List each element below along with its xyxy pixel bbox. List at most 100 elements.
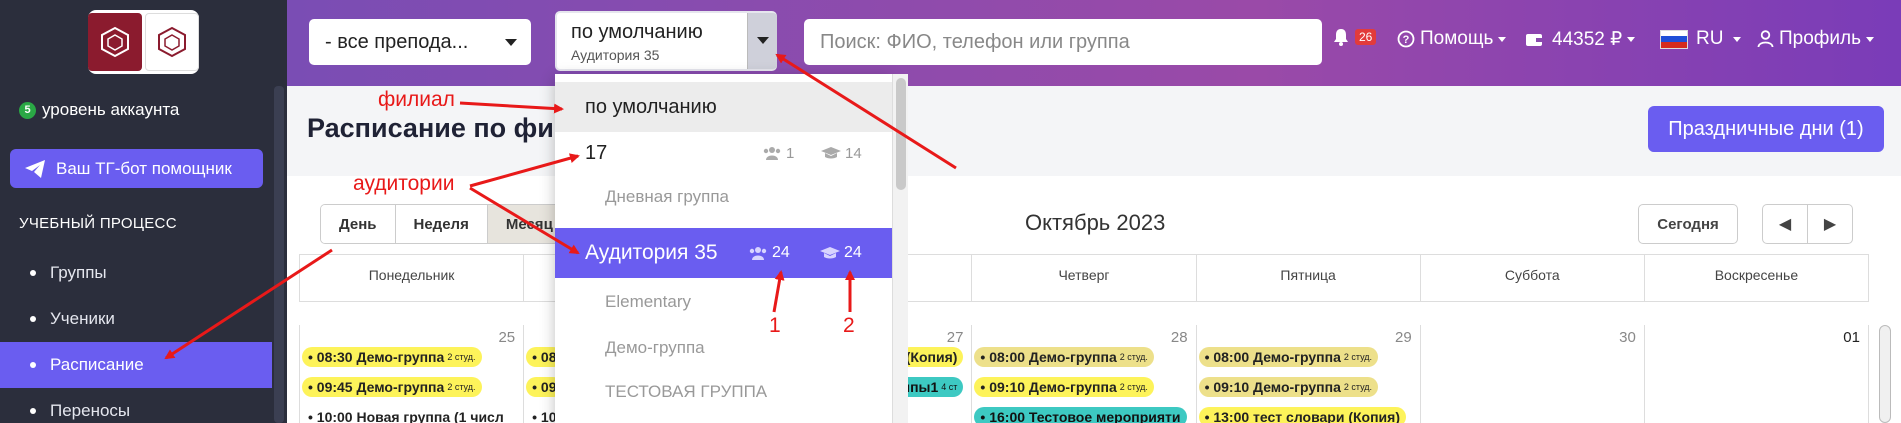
- dropdown-option-room-35-selected[interactable]: Аудитория 35 24 24: [555, 228, 892, 278]
- event-title: (Копия): [905, 349, 958, 365]
- arrow-branch: [459, 101, 564, 114]
- sidebar-item-label: Ученики: [50, 309, 115, 328]
- event-student-count: 2 студ.: [447, 352, 476, 362]
- dropdown-option-label: Дневная группа: [605, 187, 729, 206]
- dropdown-option-default-branch[interactable]: по умолчанию: [555, 82, 892, 132]
- view-day-button[interactable]: День: [321, 205, 396, 243]
- calendar-day-cell[interactable]: 25 • 08:30 Демо-группа 2 студ. • 09:45 Демо…: [299, 325, 523, 423]
- account-level[interactable]: 5 уровень аккаунта: [19, 100, 179, 120]
- day-number: 30: [1619, 329, 1636, 346]
- dropdown-option-label: ТЕСТОВАЯ ГРУППА: [605, 382, 768, 401]
- notification-count: 26: [1355, 29, 1377, 45]
- profile-menu[interactable]: Профиль: [1757, 28, 1875, 50]
- event-student-count: 2 студ.: [447, 382, 476, 392]
- search-input[interactable]: [804, 19, 1322, 65]
- event-title: • 09:10 Демо-группа: [980, 379, 1117, 395]
- branch-select-subvalue: Аудитория 35: [571, 47, 660, 63]
- prev-month-button[interactable]: ◀: [1762, 204, 1808, 244]
- calendar-event[interactable]: • 16:00 Тестовое мероприяти: [974, 407, 1187, 423]
- calendar-event[interactable]: • 08:00 Демо-группа 2 студ.: [1198, 347, 1379, 367]
- level-badge: 5: [19, 101, 36, 119]
- weekday-label: Понедельник: [299, 255, 523, 301]
- tg-bot-label: Ваш ТГ-бот помощник: [56, 158, 232, 178]
- event-student-count: 2 студ.: [1119, 352, 1148, 362]
- dropdown-scrollbar-thumb[interactable]: [896, 78, 906, 190]
- dropdown-option-group[interactable]: ТЕСТОВАЯ ГРУППА: [555, 370, 892, 414]
- sidebar-item-groups[interactable]: Группы: [0, 250, 272, 296]
- calendar-event[interactable]: • 09:10 Демо-группа 2 студ.: [1198, 377, 1379, 397]
- day-number: 29: [1395, 329, 1412, 346]
- bell-icon: [1334, 29, 1348, 46]
- dropdown-option-room-17[interactable]: 17 1 14: [555, 132, 892, 174]
- balance-menu[interactable]: 44352 ₽: [1525, 28, 1636, 51]
- dropdown-option-label: 17: [585, 141, 608, 164]
- branch-select-toggle[interactable]: [747, 13, 777, 69]
- users-icon: [749, 247, 767, 260]
- branch-select[interactable]: по умолчанию Аудитория 35: [555, 11, 777, 71]
- calendar: День Неделя Месяц Октябрь 2023 Сегодня ◀…: [287, 176, 1901, 423]
- chevron-down-icon: [1866, 36, 1875, 42]
- annotation-rooms: аудитории: [353, 172, 455, 195]
- branch-select-value: по умолчанию: [571, 21, 703, 43]
- tg-bot-button[interactable]: Ваш ТГ-бот помощник: [10, 149, 263, 188]
- sidebar-item-label: Группы: [50, 263, 107, 282]
- notifications-button[interactable]: 26: [1332, 28, 1377, 46]
- russia-flag-icon: [1660, 29, 1688, 49]
- sidebar-item-students[interactable]: Ученики: [0, 296, 272, 342]
- chevron-down-icon: [757, 37, 769, 44]
- balance-value: 44352 ₽: [1552, 29, 1623, 50]
- day-number: 28: [1170, 329, 1188, 346]
- dropdown-scrollbar[interactable]: [892, 74, 908, 423]
- calendar-event[interactable]: • 10:00 Новая группа (1 числ: [302, 407, 510, 423]
- calendar-event[interactable]: • 09:10 Демо-группа 2 студ.: [974, 377, 1154, 397]
- weekday-header: Понедельник Четверг Пятница Суббота Воск…: [299, 254, 1869, 302]
- bullet-icon: [30, 316, 36, 322]
- dropdown-option-group[interactable]: Демо-группа: [555, 326, 892, 370]
- annotation-marker-2: 2: [843, 314, 855, 337]
- holidays-button[interactable]: Праздничные дни (1): [1648, 106, 1884, 152]
- calendar-event[interactable]: • 09:45 Демо-группа 2 студ.: [302, 377, 482, 397]
- sidebar-item-transfers[interactable]: Переносы: [0, 388, 272, 423]
- next-month-button[interactable]: ▶: [1807, 204, 1853, 244]
- teacher-select-value: - все препода...: [325, 30, 469, 53]
- dropdown-option-group[interactable]: Дневная группа: [555, 174, 892, 220]
- event-title: • 08:00 Демо-группа: [980, 349, 1117, 365]
- weekday-label: Четверг: [971, 255, 1195, 301]
- dropdown-option-label: Демо-группа: [605, 338, 705, 357]
- users-icon: [763, 147, 781, 160]
- app-logo[interactable]: [88, 10, 199, 74]
- sidebar-item-schedule[interactable]: Расписание: [0, 342, 272, 388]
- sidebar-item-label: Расписание: [50, 355, 144, 374]
- calendar-event[interactable]: • 08:00 Демо-группа 2 студ.: [974, 347, 1154, 367]
- day-number: 01: [1843, 329, 1860, 346]
- view-week-button[interactable]: Неделя: [395, 205, 488, 243]
- sidebar-scrollbar[interactable]: [274, 86, 284, 423]
- calendar-event[interactable]: (Копия): [899, 347, 964, 367]
- logo-mark-alt-icon: [145, 13, 199, 71]
- help-menu[interactable]: ? Помощь: [1397, 28, 1507, 50]
- room-graduates-count: 24: [820, 244, 862, 262]
- today-button[interactable]: Сегодня: [1638, 204, 1738, 244]
- month-label: Октябрь 2023: [1025, 210, 1166, 235]
- calendar-event[interactable]: • 13:00 тест словари (Копия): [1198, 407, 1406, 423]
- dropdown-option-label: Elementary: [605, 292, 691, 311]
- event-title: • 09:10 Демо-группа: [1204, 379, 1341, 395]
- event-title: • 10:00 Новая группа (1 числ: [308, 409, 504, 423]
- calendar-day-cell[interactable]: 30: [1419, 325, 1644, 423]
- wallet-icon: [1526, 33, 1542, 46]
- calendar-day-cell[interactable]: 29 • 08:00 Демо-группа 2 студ. • 09:10 Демо…: [1195, 325, 1420, 423]
- language-menu[interactable]: RU: [1660, 28, 1742, 50]
- sidebar-nav: Группы Ученики Расписание Переносы: [0, 250, 272, 423]
- calendar-event[interactable]: • 08:30 Демо-группа 2 студ.: [302, 347, 482, 367]
- sidebar-item-label: Переносы: [50, 401, 131, 420]
- dropdown-option-group[interactable]: Elementary: [555, 280, 892, 324]
- account-level-label: уровень аккаунта: [42, 100, 180, 119]
- calendar-day-cell[interactable]: 01: [1643, 325, 1869, 423]
- top-bar: - все препода... по умолчанию Аудитория …: [287, 0, 1901, 86]
- calendar-day-cell[interactable]: 28 • 08:00 Демо-группа 2 студ. • 09:10 Демо…: [971, 325, 1195, 423]
- calendar-scrollbar[interactable]: [1879, 325, 1891, 423]
- graduation-cap-icon: [820, 247, 840, 259]
- teacher-select[interactable]: - все препода...: [309, 19, 531, 65]
- day-number: 25: [498, 329, 516, 346]
- branch-dropdown: по умолчанию 17 1 14 Дневная группа Ауди…: [555, 74, 892, 423]
